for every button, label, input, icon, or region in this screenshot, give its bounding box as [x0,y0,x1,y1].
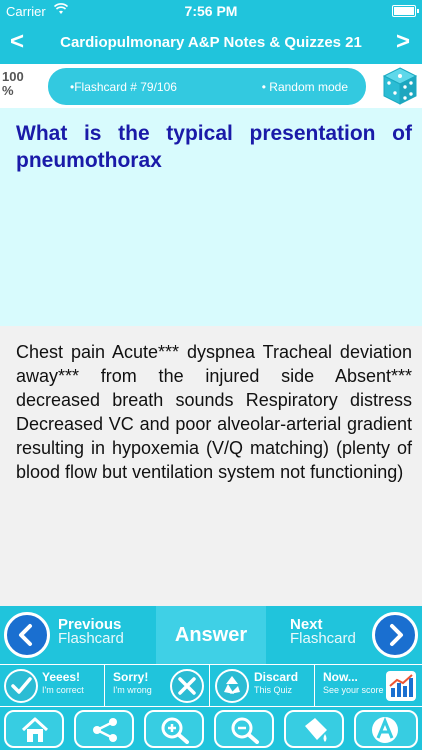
score-bar: Yeees! I'm correct Sorry! I'm wrong Disc… [0,664,422,707]
score-sub: See your score [323,685,384,695]
zoom-in-button[interactable] [144,710,204,748]
back-button[interactable]: < [10,28,24,56]
score-title: Now... [323,670,358,684]
share-icon [93,718,117,742]
dice-icon[interactable] [382,66,418,106]
forward-button[interactable]: > [396,28,410,56]
previous-flashcard-label[interactable]: Previous Flashcard [58,617,124,647]
progress-row: 100 % •Flashcard # 79/106 • Random mode [0,64,422,108]
bottom-toolbar [0,706,422,750]
chart-icon [383,668,419,704]
discard-button[interactable]: Discard This Quiz [210,665,315,707]
share-button[interactable] [74,710,134,748]
next-sub-label: Flashcard [290,630,356,647]
flashcard-action-bar: Previous Flashcard Answer Next Flashcard [0,606,422,664]
correct-sub: I'm correct [42,685,84,695]
discard-title: Discard [254,670,299,684]
chevron-right-icon [390,624,403,646]
next-flashcard-label[interactable]: Next Flashcard [290,617,356,647]
font-icon [372,717,398,743]
flashcard-counter: •Flashcard # 79/106 [70,80,177,94]
previous-sub-label: Flashcard [58,630,124,647]
answer-panel: Chest pain Acute*** dyspnea Tracheal dev… [0,326,422,606]
next-button[interactable] [372,612,418,658]
zoom-out-button[interactable] [214,710,274,748]
recycle-icon [214,668,250,704]
answer-button[interactable]: Answer [156,606,266,664]
font-button[interactable] [354,710,418,748]
previous-button[interactable] [4,612,50,658]
status-bar: Carrier 7:56 PM [0,0,422,22]
clock: 7:56 PM [184,3,238,19]
random-mode-label: • Random mode [261,80,348,94]
x-icon [169,668,205,704]
see-score-button[interactable]: Now... See your score [315,665,422,707]
home-icon [21,717,49,742]
correct-button[interactable]: Yeees! I'm correct [0,665,105,707]
wrong-sub: I'm wrong [113,685,152,695]
paint-icon [305,718,327,742]
wrong-button[interactable]: Sorry! I'm wrong [105,665,210,707]
question-panel: What is the typical presentation of pneu… [0,108,422,326]
check-icon [3,668,39,704]
page-title: Cardiopulmonary A&P Notes & Quizzes 21 [60,34,362,51]
zoom-in-icon [161,717,189,744]
wrong-title: Sorry! [113,670,149,684]
discard-sub: This Quiz [254,685,293,695]
theme-button[interactable] [284,710,344,748]
progress-percent: 100 % [2,69,24,98]
zoom-out-icon [231,717,259,744]
answer-text: Chest pain Acute*** dyspnea Tracheal dev… [16,342,412,482]
battery-icon [392,5,419,17]
chevron-left-icon [19,624,32,646]
question-text: What is the typical presentation of pneu… [16,122,412,172]
home-button[interactable] [4,710,64,748]
correct-title: Yeees! [42,670,81,684]
nav-bar: < Cardiopulmonary A&P Notes & Quizzes 21… [0,22,422,64]
flashcard-info-pill: •Flashcard # 79/106 • Random mode [48,68,366,105]
